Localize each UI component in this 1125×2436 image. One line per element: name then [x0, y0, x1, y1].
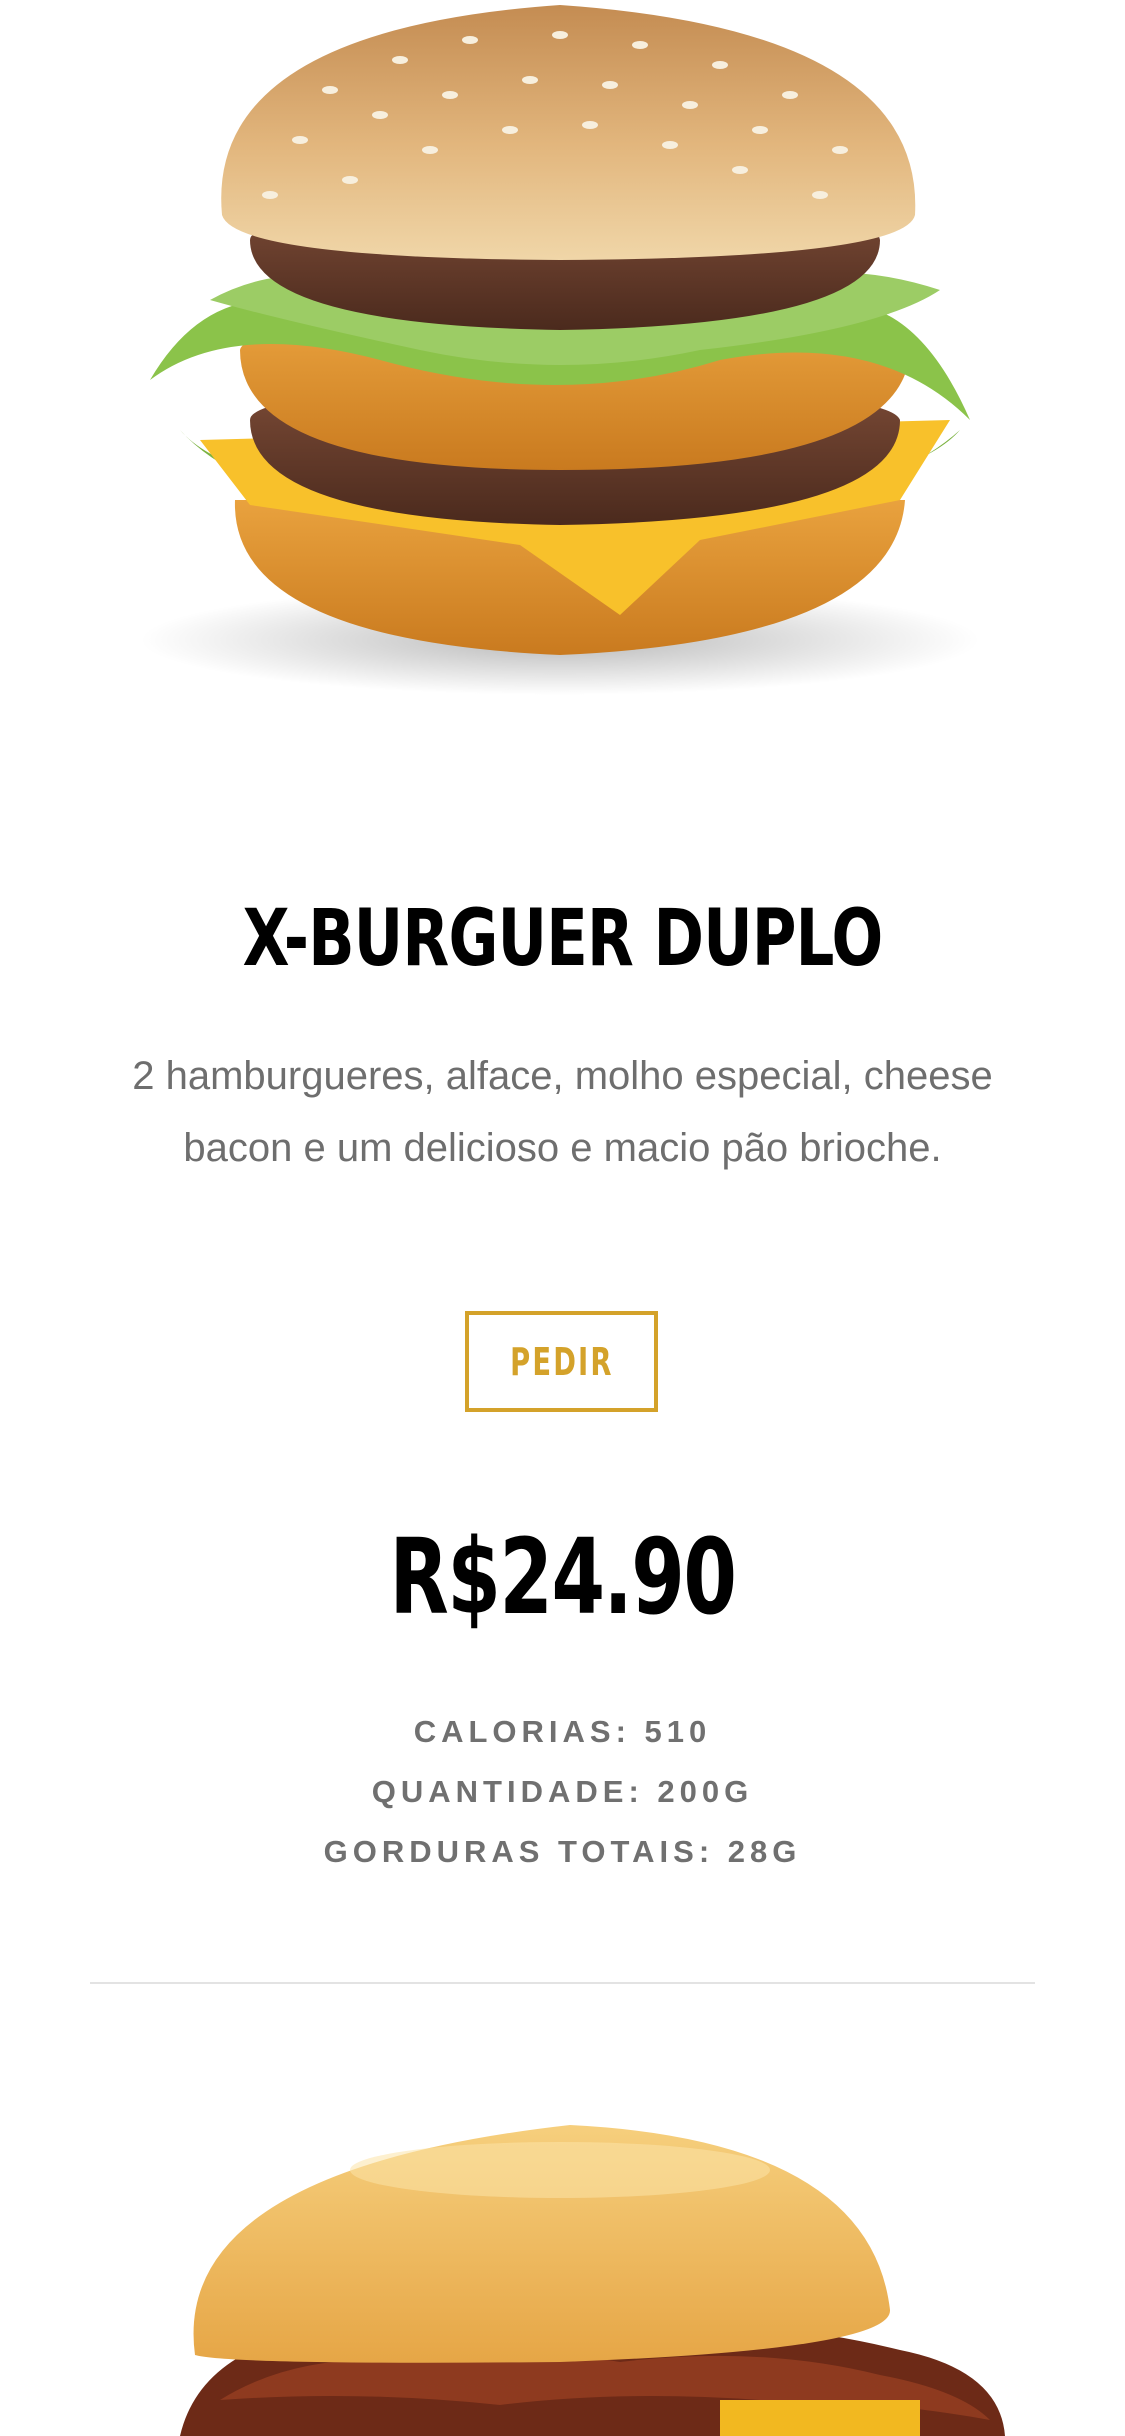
product-title: X-BURGUER DUPLO — [242, 894, 884, 984]
total-fat-label: GORDURAS TOTAIS: 28G — [323, 1834, 802, 1869]
order-button[interactable]: PEDIR — [465, 1311, 658, 1412]
nutrition-facts: CALORIAS: 510 QUANTIDADE: 200G GORDURAS … — [0, 1702, 1125, 1882]
bacon-burger-image — [180, 2125, 1005, 2436]
quantity-label: QUANTIDADE: 200G — [371, 1774, 754, 1809]
double-burger-image — [140, 5, 980, 695]
product-price: R$24.90 — [389, 1516, 737, 1638]
product-divider — [90, 1982, 1035, 1984]
calories-label: CALORIAS: 510 — [413, 1714, 712, 1749]
product-description: 2 hamburgueres, alface, molho especial, … — [132, 1054, 993, 1170]
order-button-label: PEDIR — [509, 1339, 614, 1384]
